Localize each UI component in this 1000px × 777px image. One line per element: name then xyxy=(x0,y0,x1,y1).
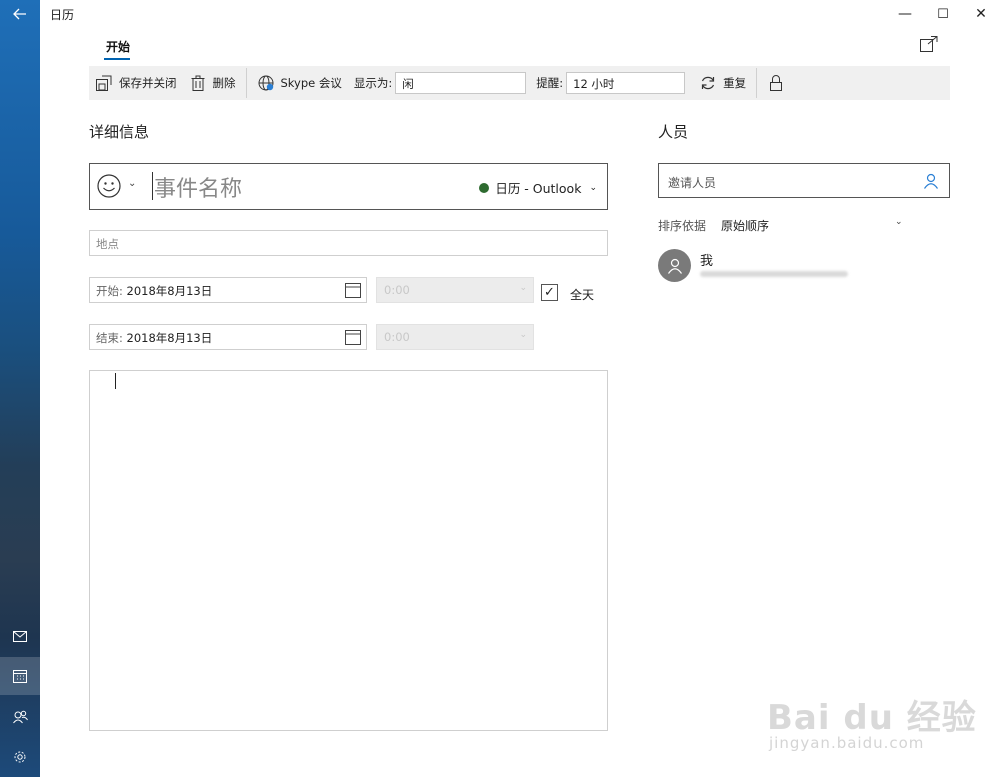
chevron-down-icon[interactable]: ⌄ xyxy=(895,217,903,227)
details-heading: 详细信息 xyxy=(89,123,150,141)
chevron-down-icon[interactable]: ⌄ xyxy=(128,178,136,189)
window-title: 日历 xyxy=(50,8,75,22)
attendee-email-redacted xyxy=(700,271,848,277)
title-bar: 日历 — ☐ ✕ xyxy=(40,0,1000,28)
repeat-icon xyxy=(699,74,717,92)
trash-icon xyxy=(189,74,207,92)
delete-label: 删除 xyxy=(212,76,236,90)
chevron-down-icon: ⌄ xyxy=(519,330,527,340)
text-caret xyxy=(115,373,116,389)
tab-home-indicator xyxy=(104,58,130,60)
sort-by-value[interactable]: 原始顺序 xyxy=(721,217,769,234)
popout-icon[interactable] xyxy=(920,36,940,54)
reminder-dropdown[interactable]: 12 小时 xyxy=(566,72,686,94)
sort-by-label: 排序依据 xyxy=(658,219,707,233)
save-icon xyxy=(95,74,113,92)
private-button[interactable] xyxy=(761,66,797,100)
end-time-value: 0:00 xyxy=(384,330,410,344)
emoji-picker-icon[interactable] xyxy=(97,174,121,198)
show-as-group: 显示为: xyxy=(348,66,395,100)
calendar-icon[interactable] xyxy=(0,657,40,695)
end-time-dropdown: 0:00 ⌄ xyxy=(376,324,534,350)
contact-picker-icon[interactable] xyxy=(923,173,939,189)
skype-meeting-label: Skype 会议 xyxy=(280,76,342,90)
back-arrow-icon[interactable] xyxy=(0,0,40,28)
show-as-dropdown[interactable]: 闲 xyxy=(395,72,527,94)
people-icon[interactable] xyxy=(0,698,40,736)
text-caret xyxy=(152,172,153,200)
close-button[interactable]: ✕ xyxy=(962,0,1000,28)
event-name-field[interactable]: ⌄ 事件名称 日历 - Outlook ⌄ xyxy=(89,163,608,210)
tab-home[interactable]: 开始 xyxy=(106,38,130,55)
person-icon xyxy=(667,258,682,274)
avatar xyxy=(658,249,691,282)
toolbar-divider xyxy=(245,68,247,98)
navigation-rail xyxy=(0,0,40,777)
start-date-value: 2018年8月13日 xyxy=(126,284,213,298)
start-time-dropdown: 0:00 ⌄ xyxy=(376,277,534,303)
skype-meeting-button[interactable]: Skype 会议 xyxy=(251,66,348,100)
save-close-label: 保存并关闭 xyxy=(119,76,177,90)
calendar-picker-icon[interactable] xyxy=(345,329,361,345)
event-name-placeholder: 事件名称 xyxy=(154,177,243,202)
calendar-selector[interactable]: 日历 - Outlook ⌄ xyxy=(479,178,597,197)
invite-placeholder: 邀请人员 xyxy=(668,176,717,190)
watermark-url: jingyan.baidu.com xyxy=(769,734,925,752)
toolbar-divider xyxy=(756,68,758,98)
start-time-value: 0:00 xyxy=(384,283,410,297)
reminder-label: 提醒: xyxy=(536,76,564,90)
maximize-button[interactable]: ☐ xyxy=(924,0,962,28)
watermark-logo: Bai du 经验 xyxy=(767,698,977,738)
minimize-button[interactable]: — xyxy=(886,0,924,28)
end-label: 结束: xyxy=(96,331,123,345)
chevron-down-icon: ⌄ xyxy=(519,283,527,293)
mail-icon[interactable] xyxy=(0,617,40,655)
show-as-label: 显示为: xyxy=(353,76,393,90)
lock-icon xyxy=(767,74,785,92)
event-description-editor[interactable] xyxy=(89,370,608,731)
calendar-color-dot xyxy=(479,182,490,193)
reminder-group: 提醒: xyxy=(526,66,566,100)
location-field[interactable]: 地点 xyxy=(89,230,608,256)
settings-icon[interactable] xyxy=(0,738,40,776)
calendar-picker-icon[interactable] xyxy=(345,282,361,298)
delete-button[interactable]: 删除 xyxy=(183,66,242,100)
end-date-field[interactable]: 结束: 2018年8月13日 xyxy=(89,324,367,350)
save-close-button[interactable]: 保存并关闭 xyxy=(89,66,183,100)
all-day-label: 全天 xyxy=(570,288,595,302)
all-day-checkbox[interactable]: ✓ xyxy=(541,284,558,301)
calendar-name: 日历 - Outlook xyxy=(495,181,582,196)
globe-icon xyxy=(257,74,275,92)
repeat-button[interactable]: 重复 xyxy=(685,66,752,100)
command-toolbar: 保存并关闭 删除 Skype 会议 显示为: 闲 提醒: 12 小时 重复 xyxy=(89,66,950,100)
start-date-field[interactable]: 开始: 2018年8月13日 xyxy=(89,277,367,303)
repeat-label: 重复 xyxy=(723,76,747,90)
chevron-down-icon: ⌄ xyxy=(589,182,597,193)
end-date-value: 2018年8月13日 xyxy=(126,331,213,345)
attendee-name: 我 xyxy=(700,254,714,269)
people-heading: 人员 xyxy=(658,123,689,141)
start-label: 开始: xyxy=(96,284,123,298)
invite-people-input[interactable]: 邀请人员 xyxy=(658,163,950,198)
